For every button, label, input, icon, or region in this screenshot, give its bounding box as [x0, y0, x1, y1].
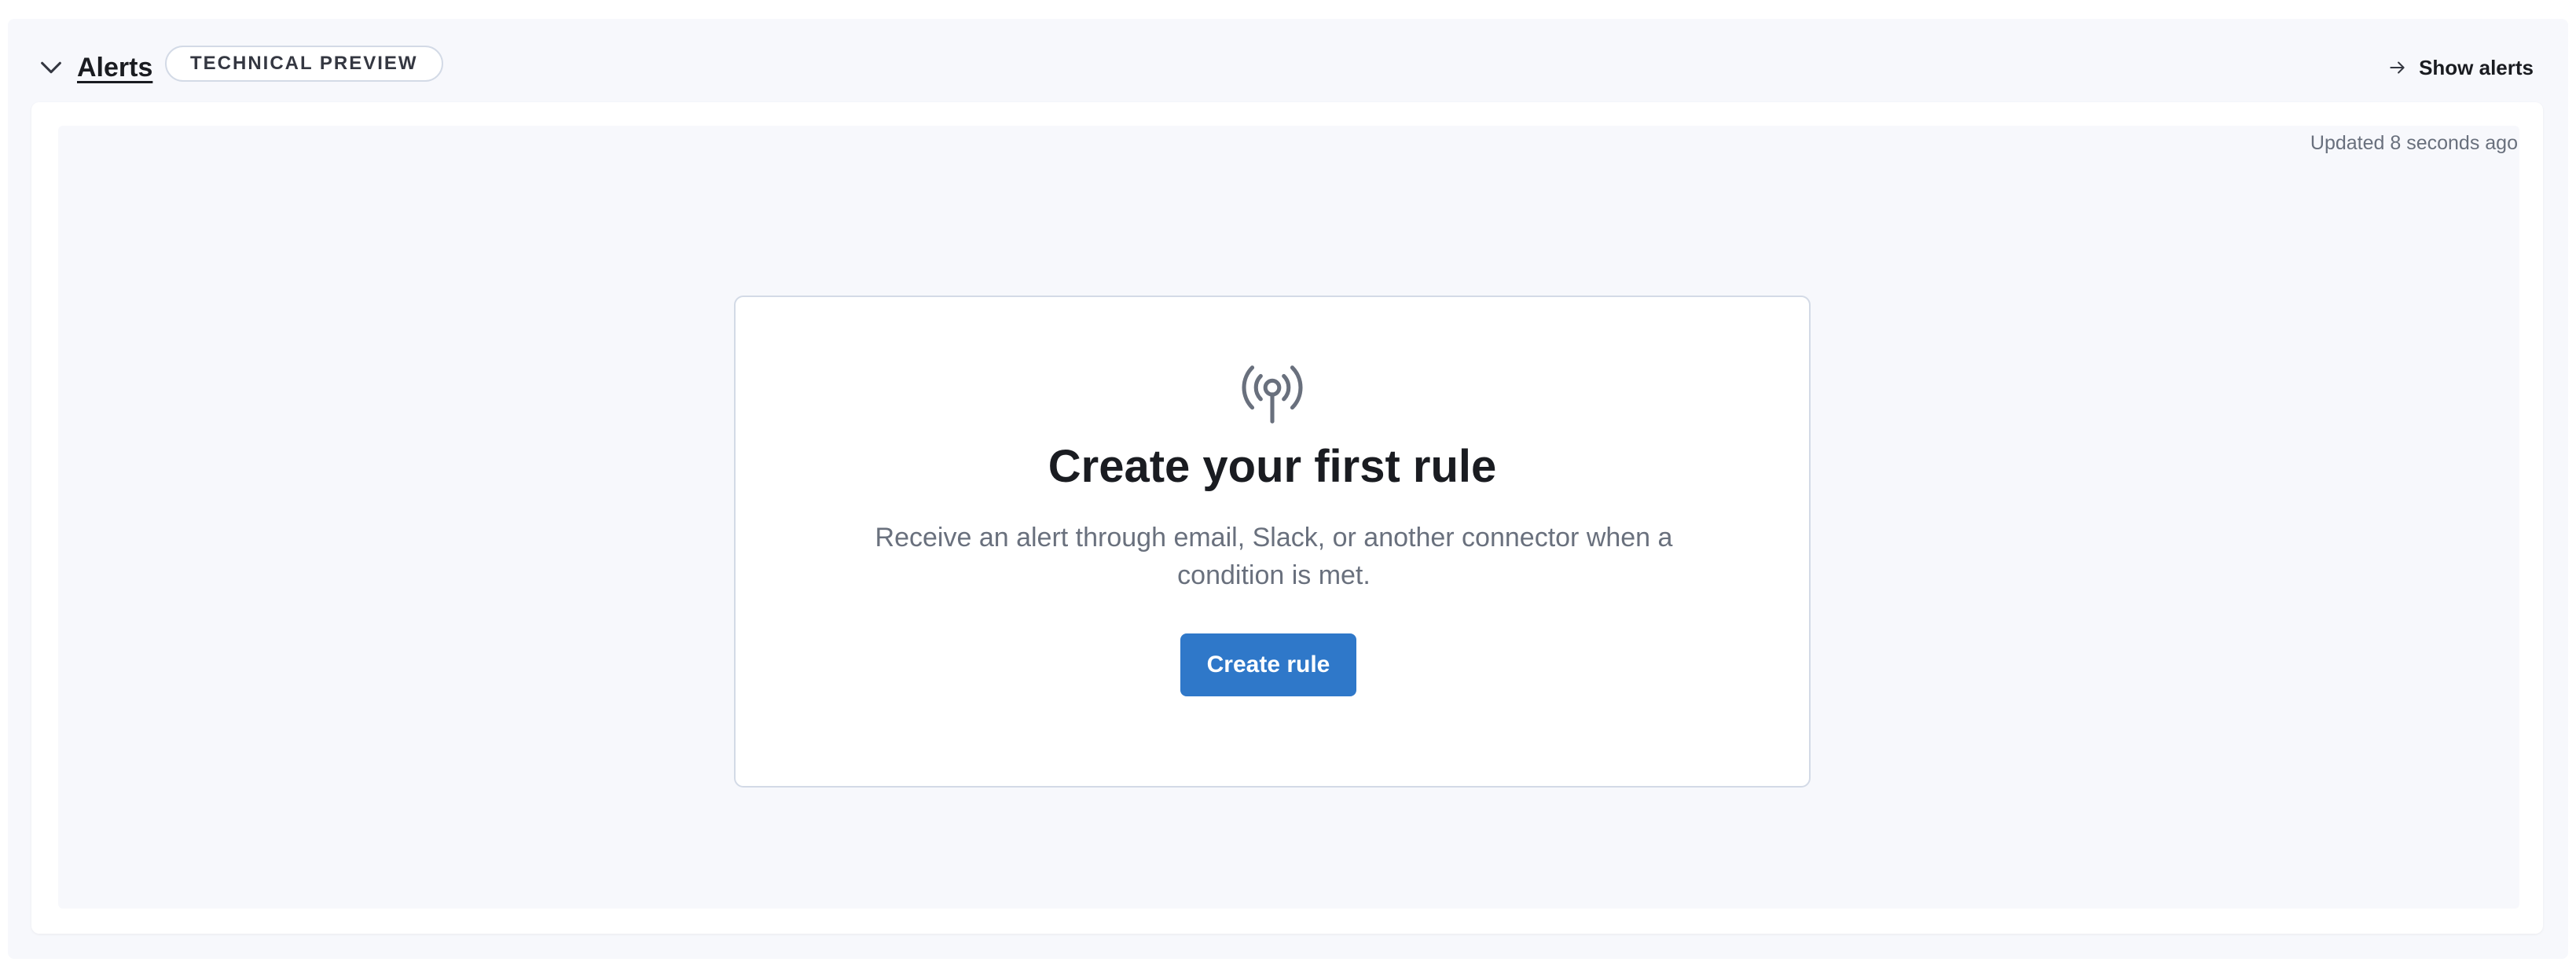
collapse-toggle-button[interactable]	[33, 52, 69, 83]
badge-label: TECHNICAL PREVIEW	[190, 53, 418, 74]
section-title-link[interactable]: Alerts	[77, 47, 152, 88]
technical-preview-badge: TECHNICAL PREVIEW	[165, 46, 443, 82]
empty-prompt-description: Receive an alert through email, Slack, o…	[875, 523, 1673, 590]
empty-prompt-title: Create your first rule	[1048, 441, 1497, 492]
chevron-down-icon	[41, 61, 61, 74]
create-rule-button[interactable]: Create rule	[1180, 633, 1356, 696]
arrow-right-icon	[2390, 61, 2405, 74]
updated-timestamp: Updated 8 seconds ago	[2310, 132, 2518, 154]
broadcast-antenna-icon	[1242, 365, 1303, 424]
show-alerts-label: Show alerts	[2419, 55, 2534, 79]
empty-prompt: Create your first rule Receive an alert …	[734, 296, 1811, 788]
show-alerts-button[interactable]: Show alerts	[2387, 52, 2534, 83]
